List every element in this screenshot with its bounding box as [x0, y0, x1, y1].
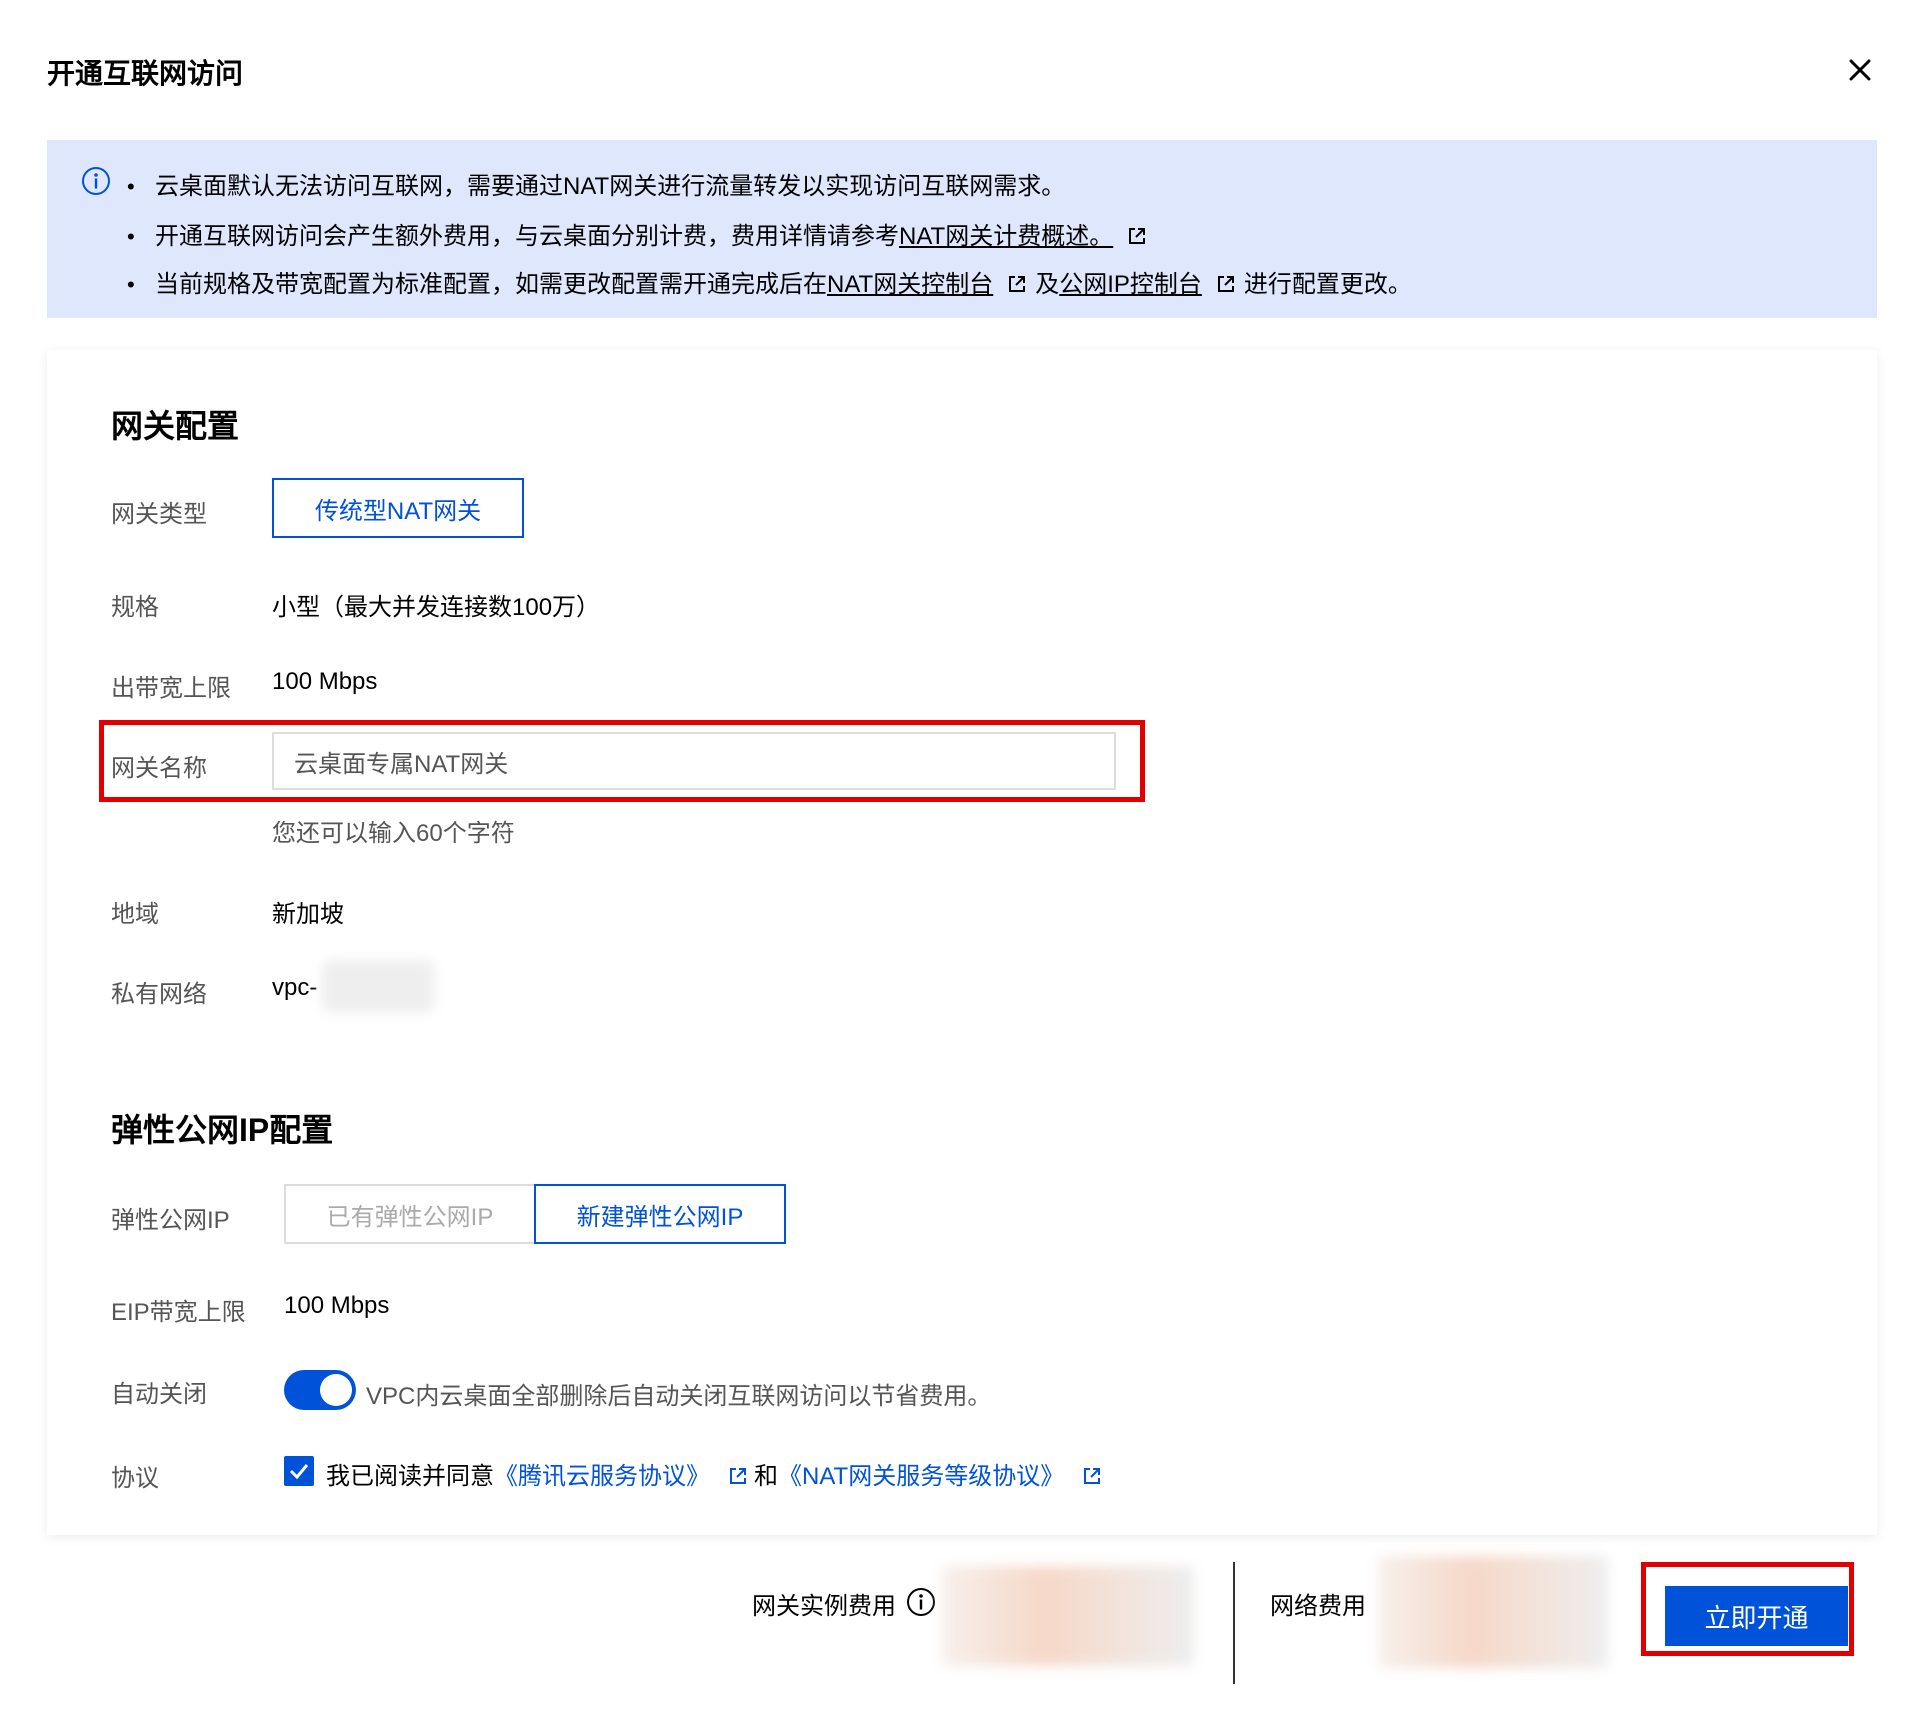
notice-text-3: 当前规格及带宽配置为标准配置，如需更改配置需开通完成后在 — [155, 271, 827, 298]
gateway-name-input[interactable]: 云桌面专属NAT网关 — [272, 732, 1116, 790]
auto-close-text: VPC内云桌面全部删除后自动关闭互联网访问以节省费用。 — [366, 1383, 992, 1410]
notice-text-2: 开通互联网访问会产生额外费用，与云桌面分别计费，费用详情请参考 — [155, 223, 899, 250]
network-fee-label: 网络费用 — [1270, 1593, 1366, 1620]
vpc-label: 私有网络 — [111, 981, 207, 1008]
spec-value: 小型（最大并发连接数100万） — [272, 594, 601, 621]
instance-fee-label: 网关实例费用 — [752, 1593, 896, 1620]
footer-divider — [1233, 1562, 1235, 1684]
toggle-knob — [320, 1374, 352, 1406]
auto-close-toggle[interactable] — [284, 1370, 356, 1410]
gateway-type-option[interactable]: 传统型NAT网关 — [272, 478, 524, 538]
nat-console-link[interactable]: NAT网关控制台 — [827, 271, 993, 298]
info-icon[interactable] — [906, 1587, 936, 1617]
outbound-bandwidth-label: 出带宽上限 — [111, 675, 231, 702]
tencent-cloud-agreement-link[interactable]: 《腾讯云服务协议》 — [494, 1463, 710, 1490]
gateway-section-title: 网关配置 — [111, 408, 240, 444]
instance-fee-redacted — [942, 1566, 1194, 1666]
external-link-icon[interactable] — [1082, 1465, 1102, 1485]
eip-bandwidth-value: 100 Mbps — [284, 1292, 390, 1319]
nat-billing-link[interactable]: NAT网关计费概述。 — [899, 223, 1113, 250]
agreement-prefix: 我已阅读并同意 — [326, 1463, 494, 1490]
notice-line-3: • 当前规格及带宽配置为标准配置，如需更改配置需开通完成后在NAT网关控制台 及公网… — [127, 264, 1412, 299]
outbound-bandwidth-value: 100 Mbps — [272, 668, 378, 695]
close-icon[interactable] — [1842, 52, 1878, 88]
external-link-icon[interactable] — [1127, 225, 1147, 245]
bullet: • — [127, 272, 135, 297]
agreement-label: 协议 — [111, 1465, 159, 1492]
bullet: • — [127, 224, 135, 249]
vpc-id-redacted — [322, 960, 434, 1012]
dialog-title: 开通互联网访问 — [47, 58, 244, 89]
eip-section-title: 弹性公网IP配置 — [111, 1112, 334, 1148]
check-icon — [289, 1464, 309, 1480]
agreement-checkbox[interactable] — [284, 1456, 314, 1486]
bullet: • — [127, 174, 135, 199]
notice-line-2: • 开通互联网访问会产生额外费用，与云桌面分别计费，费用详情请参考NAT网关计费概… — [127, 216, 1155, 251]
external-link-icon[interactable] — [1007, 273, 1027, 293]
region-label: 地域 — [111, 901, 159, 928]
gateway-name-hint: 您还可以输入60个字符 — [272, 820, 515, 847]
eip-console-link[interactable]: 公网IP控制台 — [1059, 271, 1202, 298]
vpc-value: vpc- — [272, 974, 318, 1001]
gateway-type-label: 网关类型 — [111, 501, 207, 528]
notice-line-1: • 云桌面默认无法访问互联网，需要通过NAT网关进行流量转发以实现访问互联网需求。 — [127, 166, 1065, 201]
new-eip-option[interactable]: 新建弹性公网IP — [534, 1184, 786, 1244]
auto-close-label: 自动关闭 — [111, 1381, 207, 1408]
activate-now-button[interactable]: 立即开通 — [1665, 1586, 1848, 1646]
dialog: 开通互联网访问 • 云桌面默认无法访问互联网，需要通过NAT网关进行流量转发以实现… — [0, 0, 1908, 1728]
agreement-and: 和 — [754, 1463, 778, 1490]
eip-bandwidth-label: EIP带宽上限 — [111, 1299, 246, 1326]
notice-text-1: 云桌面默认无法访问互联网，需要通过NAT网关进行流量转发以实现访问互联网需求。 — [155, 173, 1066, 200]
eip-label: 弹性公网IP — [111, 1207, 230, 1234]
gateway-name-label: 网关名称 — [111, 755, 207, 782]
external-link-icon[interactable] — [728, 1465, 748, 1485]
info-banner: • 云桌面默认无法访问互联网，需要通过NAT网关进行流量转发以实现访问互联网需求。… — [47, 140, 1877, 318]
external-link-icon[interactable] — [1216, 273, 1236, 293]
region-value: 新加坡 — [272, 901, 344, 928]
notice-text-and: 及 — [1035, 271, 1060, 298]
info-icon — [81, 166, 111, 196]
notice-text-suffix: 进行配置更改。 — [1243, 271, 1412, 298]
spec-label: 规格 — [111, 594, 159, 621]
existing-eip-option[interactable]: 已有弹性公网IP — [284, 1184, 536, 1244]
network-fee-redacted — [1378, 1556, 1608, 1668]
nat-sla-link[interactable]: 《NAT网关服务等级协议》 — [778, 1463, 1064, 1490]
agreement-text: 我已阅读并同意《腾讯云服务协议》 和《NAT网关服务等级协议》 — [326, 1456, 1102, 1491]
